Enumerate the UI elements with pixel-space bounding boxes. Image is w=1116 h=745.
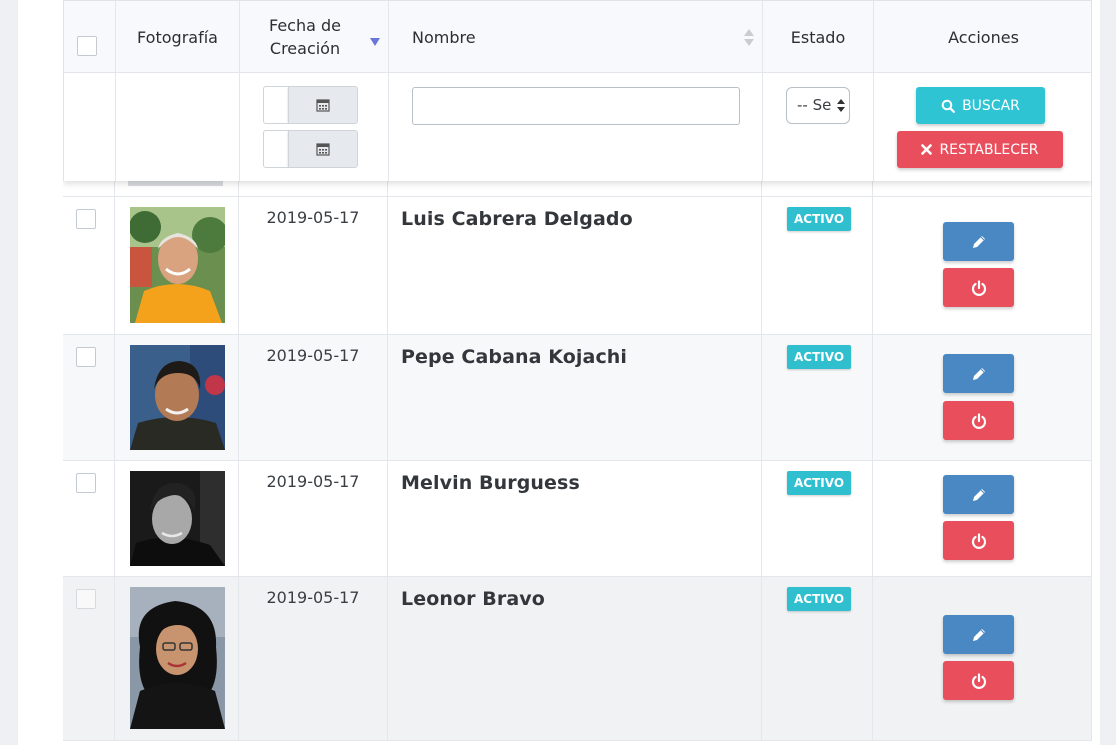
content-panel: 2019-05-17 Luis Cabrera Delgado ACTIVO 2… (18, 0, 1100, 745)
edit-button[interactable] (943, 222, 1014, 261)
row-name: Leonor Bravo (401, 588, 545, 610)
status-select-value: -- Se (797, 96, 832, 114)
pencil-icon (972, 367, 985, 380)
status-badge: ACTIVO (787, 587, 852, 611)
select-all-checkbox[interactable] (77, 36, 97, 56)
row-checkbox[interactable] (76, 473, 96, 493)
search-button[interactable]: BUSCAR (916, 87, 1045, 124)
header-name-sortable[interactable]: Nombre (388, 1, 762, 72)
toggle-status-button[interactable] (943, 268, 1014, 307)
date-from-picker[interactable] (263, 86, 358, 124)
header-photo: Fotografía (137, 27, 218, 47)
row-date: 2019-05-17 (266, 472, 360, 491)
pencil-icon (972, 488, 985, 501)
header-date: Fecha de Creación (269, 16, 341, 58)
table-row: 2019-05-17 Pepe Cabana Kojachi ACTIVO (63, 335, 1092, 461)
edit-button[interactable] (943, 615, 1014, 654)
status-badge: ACTIVO (787, 345, 852, 369)
search-button-label: BUSCAR (962, 97, 1020, 114)
toggle-status-button[interactable] (943, 661, 1014, 700)
row-date: 2019-05-17 (266, 346, 360, 365)
calendar-icon (316, 143, 330, 156)
reset-button-label: RESTABLECER (939, 141, 1039, 158)
date-to-picker[interactable] (263, 130, 358, 168)
table-row: 2019-05-17 Luis Cabrera Delgado ACTIVO (63, 197, 1092, 335)
toggle-status-button[interactable] (943, 401, 1014, 440)
calendar-icon (316, 99, 330, 112)
filter-row: -- Se BUSCAR RESTABLECER (64, 73, 1091, 181)
table-header: Fotografía Fecha de Creación Nombre Esta… (63, 0, 1092, 181)
edit-button[interactable] (943, 354, 1014, 393)
row-date: 2019-05-17 (266, 588, 360, 607)
pencil-icon (972, 235, 985, 248)
power-icon (971, 532, 986, 549)
row-checkbox[interactable] (76, 209, 96, 229)
reset-button[interactable]: RESTABLECER (897, 131, 1063, 168)
status-filter-select[interactable]: -- Se (786, 87, 850, 124)
calendar-button[interactable] (288, 87, 357, 123)
calendar-button[interactable] (288, 131, 357, 167)
search-icon (941, 99, 955, 113)
row-name: Pepe Cabana Kojachi (401, 346, 628, 368)
row-name: Luis Cabrera Delgado (401, 208, 633, 230)
power-icon (971, 672, 986, 689)
row-checkbox[interactable] (76, 347, 96, 367)
sort-icon (744, 29, 754, 47)
select-arrows-icon (837, 98, 845, 114)
table-row: 2019-05-17 Melvin Burguess ACTIVO (63, 461, 1092, 577)
row-date: 2019-05-17 (266, 208, 360, 227)
edit-button[interactable] (943, 475, 1014, 514)
status-badge: ACTIVO (787, 471, 852, 495)
name-filter-input[interactable] (412, 87, 740, 125)
authors-table: 2019-05-17 Luis Cabrera Delgado ACTIVO 2… (63, 0, 1092, 745)
header-date-sortable[interactable]: Fecha de Creación (239, 1, 388, 72)
author-photo (130, 207, 225, 323)
header-name: Nombre (412, 27, 476, 47)
row-name: Melvin Burguess (401, 472, 580, 494)
power-icon (971, 412, 986, 429)
close-icon (921, 144, 933, 155)
toggle-status-button[interactable] (943, 521, 1014, 560)
author-photo (130, 345, 225, 450)
status-badge: ACTIVO (787, 207, 852, 231)
pencil-icon (972, 628, 985, 641)
power-icon (971, 279, 986, 296)
header-actions: Acciones (948, 27, 1019, 47)
sort-desc-icon (370, 38, 380, 46)
header-status: Estado (790, 27, 846, 47)
author-photo (130, 587, 225, 729)
author-photo (130, 471, 225, 566)
row-checkbox[interactable] (76, 589, 96, 609)
hidden-photo-edge (128, 181, 223, 186)
header-row: Fotografía Fecha de Creación Nombre Esta… (64, 1, 1091, 73)
table-row: 2019-05-17 Leonor Bravo ACTIVO (63, 577, 1092, 741)
